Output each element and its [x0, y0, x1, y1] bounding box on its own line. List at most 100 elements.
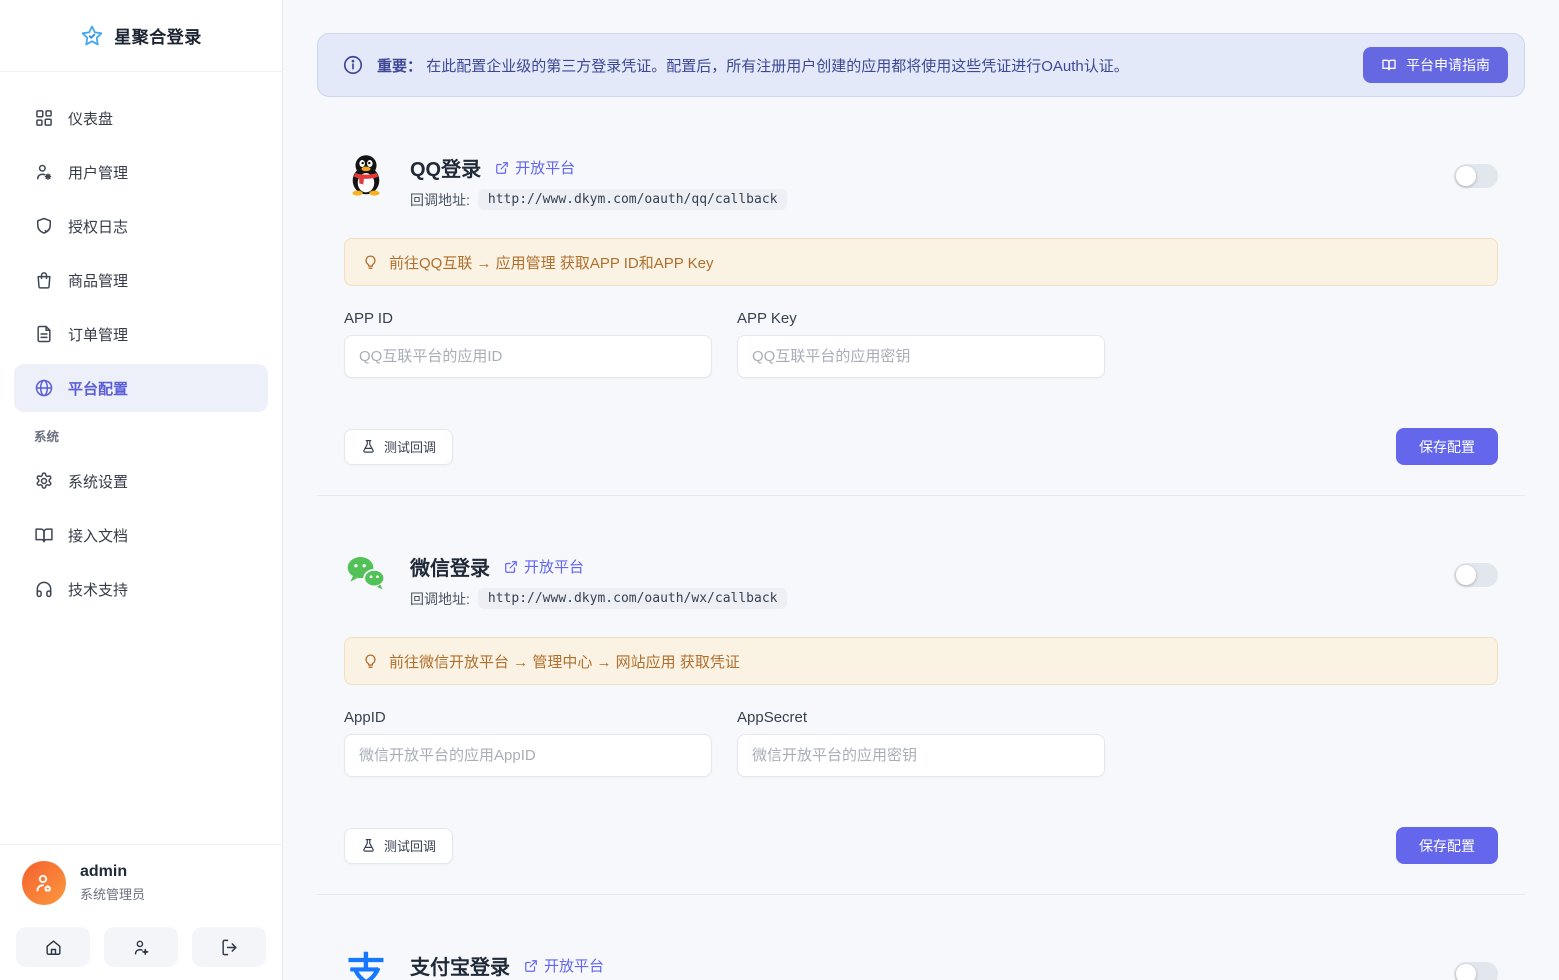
home-button[interactable] — [16, 927, 90, 967]
alipay-login-section: 支 支付宝登录 开放平台 — [317, 895, 1525, 980]
wechat-appid-input[interactable] — [344, 734, 712, 777]
qq-header-text: QQ登录 开放平台 回调地址: — [410, 153, 787, 210]
info-icon — [342, 54, 364, 76]
dashboard-icon — [34, 108, 54, 128]
toggle-knob — [1456, 565, 1476, 585]
notice-body: 在此配置企业级的第三方登录凭证。配置后，所有注册用户创建的应用都将使用这些凭证进… — [426, 58, 1129, 75]
user-row: admin 系统管理员 — [16, 861, 266, 905]
wechat-save-button[interactable]: 保存配置 — [1396, 827, 1498, 864]
sidebar-item-orders[interactable]: 订单管理 — [14, 310, 268, 358]
sidebar-item-auth-logs[interactable]: 授权日志 — [14, 202, 268, 250]
book-icon — [1381, 57, 1397, 73]
sidebar-item-support[interactable]: 技术支持 — [14, 565, 268, 613]
sidebar-item-platform-config[interactable]: 平台配置 — [14, 364, 268, 412]
important-notice-banner: 重要： 在此配置企业级的第三方登录凭证。配置后，所有注册用户创建的应用都将使用这… — [317, 33, 1525, 97]
sidebar-section-label: 系统 — [34, 426, 282, 445]
qq-appid-label: APP ID — [344, 310, 712, 327]
avatar — [22, 861, 66, 905]
headphones-icon — [34, 579, 54, 599]
wechat-header-text: 微信登录 开放平台 回调地址: — [410, 552, 787, 609]
wechat-appid-group: AppID — [344, 709, 712, 777]
shield-check-icon — [34, 216, 54, 236]
toggle-knob — [1456, 166, 1476, 186]
sidebar-item-label: 用户管理 — [68, 162, 128, 183]
sidebar-item-label: 授权日志 — [68, 216, 128, 237]
gear-icon — [34, 471, 54, 491]
external-link-icon — [504, 560, 518, 574]
notice-text: 重要： 在此配置企业级的第三方登录凭证。配置后，所有注册用户创建的应用都将使用这… — [377, 55, 1129, 76]
user-name: admin — [80, 863, 145, 881]
alipay-title: 支付宝登录 — [410, 951, 510, 980]
qq-penguin-icon — [344, 153, 388, 197]
sidebar-item-label: 平台配置 — [68, 378, 128, 399]
wechat-test-label: 测试回调 — [384, 836, 436, 855]
globe-icon — [34, 378, 54, 398]
platform-guide-button[interactable]: 平台申请指南 — [1363, 47, 1508, 83]
platform-guide-label: 平台申请指南 — [1406, 55, 1490, 75]
quick-actions — [16, 927, 266, 967]
qq-callback-url: http://www.dkym.com/oauth/qq/callback — [478, 189, 788, 210]
wechat-open-platform-link[interactable]: 开放平台 — [504, 556, 584, 577]
flask-icon — [361, 838, 376, 853]
wechat-appid-label: AppID — [344, 709, 712, 726]
sidebar-item-docs[interactable]: 接入文档 — [14, 511, 268, 559]
alipay-open-platform-link[interactable]: 开放平台 — [524, 955, 604, 976]
qq-open-platform-link[interactable]: 开放平台 — [495, 157, 575, 178]
user-role: 系统管理员 — [80, 884, 145, 903]
logout-button[interactable] — [192, 927, 266, 967]
sidebar-nav: 仪表盘 用户管理 授权 — [0, 72, 282, 844]
profile-button[interactable] — [104, 927, 178, 967]
alipay-enable-toggle[interactable] — [1454, 962, 1498, 980]
qq-save-button[interactable]: 保存配置 — [1396, 428, 1498, 465]
wechat-title: 微信登录 — [410, 552, 490, 581]
main-content: 重要： 在此配置企业级的第三方登录凭证。配置后，所有注册用户创建的应用都将使用这… — [283, 0, 1559, 980]
lightbulb-icon — [362, 653, 379, 670]
notice-prefix: 重要： — [377, 58, 422, 75]
qq-enable-toggle[interactable] — [1454, 164, 1498, 188]
sidebar-item-label: 商品管理 — [68, 270, 128, 291]
alipay-open-platform-label: 开放平台 — [544, 955, 604, 976]
qq-appkey-label: APP Key — [737, 310, 1105, 327]
user-gear-icon — [132, 938, 151, 957]
wechat-appsecret-group: AppSecret — [737, 709, 1105, 777]
qq-callback-label: 回调地址: — [410, 190, 470, 210]
wechat-open-platform-label: 开放平台 — [524, 556, 584, 577]
brand-name: 星聚合登录 — [114, 23, 202, 48]
logout-icon — [220, 938, 239, 957]
sidebar: 星聚合登录 仪表盘 — [0, 0, 283, 980]
qq-test-callback-button[interactable]: 测试回调 — [344, 429, 453, 465]
sidebar-item-products[interactable]: 商品管理 — [14, 256, 268, 304]
qq-appkey-group: APP Key — [737, 310, 1105, 378]
sidebar-item-label: 仪表盘 — [68, 108, 113, 129]
sidebar-item-label: 技术支持 — [68, 579, 128, 600]
qq-test-label: 测试回调 — [384, 437, 436, 456]
sidebar-item-dashboard[interactable]: 仪表盘 — [14, 94, 268, 142]
wechat-callback-label: 回调地址: — [410, 589, 470, 609]
user-info: admin 系统管理员 — [80, 863, 145, 903]
qq-appkey-input[interactable] — [737, 335, 1105, 378]
qq-tip-text: 前往QQ互联 → 应用管理 获取APP ID和APP Key — [389, 252, 714, 273]
sidebar-item-system-settings[interactable]: 系统设置 — [14, 457, 268, 505]
wechat-enable-toggle[interactable] — [1454, 563, 1498, 587]
wechat-appsecret-input[interactable] — [737, 734, 1105, 777]
sidebar-user-panel: admin 系统管理员 — [0, 844, 282, 980]
wechat-icon — [344, 552, 388, 596]
app-root: 星聚合登录 仪表盘 — [0, 0, 1559, 980]
sidebar-item-label: 接入文档 — [68, 525, 128, 546]
wechat-form: AppID AppSecret — [344, 709, 1498, 777]
wechat-callback-url: http://www.dkym.com/oauth/wx/callback — [478, 588, 788, 609]
wechat-test-callback-button[interactable]: 测试回调 — [344, 828, 453, 864]
brand-logo: 星聚合登录 — [0, 0, 282, 72]
wechat-tip-text: 前往微信开放平台 → 管理中心 → 网站应用 获取凭证 — [389, 651, 740, 672]
flask-icon — [361, 439, 376, 454]
qq-appid-input[interactable] — [344, 335, 712, 378]
sidebar-item-label: 订单管理 — [68, 324, 128, 345]
qq-title: QQ登录 — [410, 153, 481, 182]
alipay-icon: 支 — [344, 951, 388, 980]
user-settings-icon — [34, 162, 54, 182]
star-logo-icon — [80, 24, 104, 48]
alipay-header: 支 支付宝登录 开放平台 — [344, 951, 1498, 980]
external-link-icon — [524, 959, 538, 973]
sidebar-item-label: 系统设置 — [68, 471, 128, 492]
sidebar-item-users[interactable]: 用户管理 — [14, 148, 268, 196]
